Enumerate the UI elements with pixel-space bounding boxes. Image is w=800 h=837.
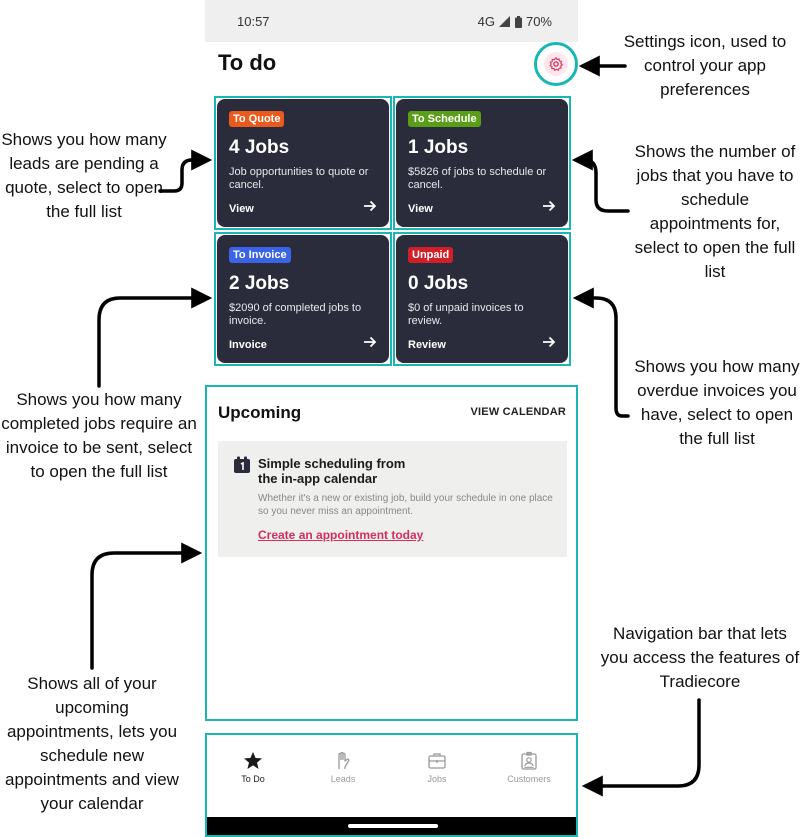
annotation-upcoming: Shows all of your upcoming appointments,…: [5, 674, 179, 813]
badge-to-schedule: To Schedule: [408, 111, 481, 127]
annotation-quote: Shows you how many leads are pending a q…: [1, 130, 167, 221]
nav-label: Leads: [330, 774, 356, 784]
home-handle[interactable]: [348, 824, 438, 828]
nav-item-jobs[interactable]: Jobs: [407, 751, 467, 784]
gesture-bar: [207, 817, 576, 835]
battery-level: 70%: [525, 14, 552, 29]
card-unpaid-frame: Unpaid 0 Jobs $0 of unpaid invoices to r…: [393, 232, 571, 366]
settings-highlight: [534, 42, 578, 86]
arrow-invoice: [97, 287, 213, 388]
annotation-invoice: Shows you how many completed jobs requir…: [1, 390, 197, 481]
star-icon: [244, 752, 262, 769]
status-time: 10:57: [237, 14, 270, 29]
card-to-invoice[interactable]: To Invoice 2 Jobs $2090 of completed job…: [217, 235, 389, 363]
arrow-upcoming: [90, 542, 203, 670]
card-action-review[interactable]: Review: [408, 339, 446, 351]
nav-item-leads[interactable]: Leads: [313, 751, 373, 784]
card-action-invoice[interactable]: Invoice: [229, 339, 267, 351]
promo-heading-line: Simple scheduling from: [258, 456, 406, 471]
network-label: 4G: [477, 14, 495, 29]
promo-body: Whether it's a new or existing job, buil…: [258, 493, 553, 517]
annotation-schedule: Shows the number of jobs that you have t…: [634, 142, 796, 281]
card-to-quote-frame: To Quote 4 Jobs Job opportunities to quo…: [214, 96, 392, 230]
card-count: 0 Jobs: [408, 273, 469, 294]
card-to-schedule[interactable]: To Schedule 1 Jobs $5826 of jobs to sche…: [396, 99, 568, 227]
bottom-nav: To Do Leads Jobs Customers: [205, 733, 578, 837]
create-appointment-link[interactable]: Create an appointment today: [258, 528, 423, 542]
badge-to-quote: To Quote: [229, 111, 285, 127]
arrow-right-icon: [364, 336, 377, 348]
annotation-settings: Settings icon, used to control your app …: [623, 32, 787, 99]
arrow-right-icon: [543, 200, 556, 212]
hand-icon: [338, 751, 350, 769]
annotation-unpaid: Shows you how many overdue invoices you …: [634, 357, 800, 448]
card-action-view[interactable]: View: [229, 203, 254, 215]
card-description: Job opportunities to quote or cancel.: [229, 166, 369, 191]
signal-icon: [498, 16, 510, 27]
nav-item-to-do[interactable]: To Do: [223, 751, 283, 784]
card-description: $0 of unpaid invoices to review.: [408, 302, 524, 327]
battery-icon: [514, 15, 522, 28]
badge-unpaid: Unpaid: [408, 247, 454, 263]
briefcase-icon: [428, 753, 446, 769]
annotation-nav: Navigation bar that lets you access the …: [600, 624, 800, 691]
nav-label: Jobs: [427, 774, 447, 784]
arrow-right-icon: [364, 200, 377, 212]
nav-label: To Do: [241, 774, 265, 784]
card-action-view[interactable]: View: [408, 203, 433, 215]
arrow-right-icon: [543, 336, 556, 348]
settings-button[interactable]: [544, 52, 568, 76]
gear-icon: [549, 57, 563, 71]
arrow-schedule: [571, 149, 630, 213]
page-title: To do: [218, 50, 277, 75]
promo-heading-line: the in-app calendar: [258, 471, 378, 486]
nav-label: Customers: [507, 774, 551, 784]
card-to-quote[interactable]: To Quote 4 Jobs Job opportunities to quo…: [217, 99, 389, 227]
card-count: 4 Jobs: [229, 137, 290, 158]
card-to-schedule-frame: To Schedule 1 Jobs $5826 of jobs to sche…: [393, 96, 571, 230]
badge-to-invoice: To Invoice: [229, 247, 291, 263]
view-calendar-link[interactable]: VIEW CALENDAR: [471, 406, 567, 418]
card-count: 1 Jobs: [408, 137, 469, 158]
status-indicators: 4G 70%: [478, 14, 552, 29]
upcoming-title: Upcoming: [218, 403, 302, 422]
card-description: $5826 of jobs to schedule or cancel.: [408, 166, 547, 191]
arrow-unpaid: [572, 287, 630, 418]
card-count: 2 Jobs: [229, 273, 290, 294]
card-description: $2090 of completed jobs to invoice.: [229, 302, 362, 327]
nav-item-customers[interactable]: Customers: [499, 751, 559, 784]
status-bar: 10:57 4G 70%: [205, 0, 578, 42]
calendar-promo: Simple scheduling from the in-app calend…: [218, 441, 567, 557]
upcoming-section: Upcoming VIEW CALENDAR Simple scheduling…: [205, 385, 578, 721]
id-badge-icon: [521, 751, 537, 770]
arrow-nav: [581, 698, 701, 797]
promo-heading: Simple scheduling from the in-app calend…: [258, 456, 458, 486]
card-to-invoice-frame: To Invoice 2 Jobs $2090 of completed job…: [214, 232, 392, 366]
card-unpaid[interactable]: Unpaid 0 Jobs $0 of unpaid invoices to r…: [396, 235, 568, 363]
calendar-icon: [234, 456, 250, 473]
